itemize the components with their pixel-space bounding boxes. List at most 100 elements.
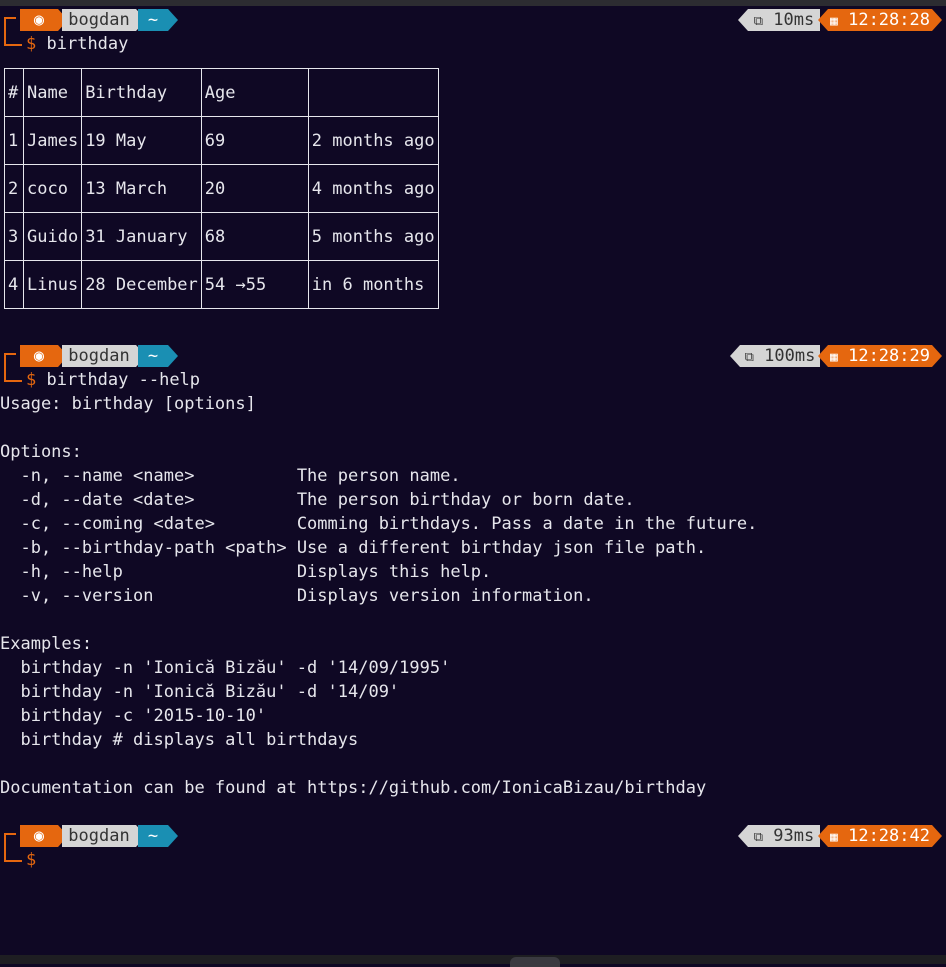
table-header-cell: Birthday (81, 68, 202, 117)
scroll-handle[interactable] (510, 957, 560, 967)
segment-arrow-left (818, 9, 828, 31)
option-flag: -b, --birthday-path <path> (0, 538, 297, 558)
segment-arrow (168, 345, 178, 367)
segment-arrow-left (738, 9, 748, 31)
table-cell: 68 (200, 212, 309, 261)
directory-segment: ~ (138, 825, 168, 847)
table-header-cell: # (4, 68, 24, 117)
command-line: $ birthday --help (26, 368, 200, 392)
prompt-bracket-bottom (4, 28, 22, 46)
table-cell: 19 May (81, 116, 202, 165)
examples-heading: Examples: (0, 634, 93, 654)
table-header-cell: Age (200, 68, 309, 117)
option-flag: -c, --coming <date> (0, 514, 297, 534)
birthday-table: # Name Birthday Age 1 James 19 May 69 2 … (4, 68, 439, 309)
table-cell: 20 (200, 164, 309, 213)
ubuntu-icon: ◉ (20, 9, 58, 31)
command-text: birthday (46, 34, 129, 54)
table-row: 4 Linus 28 December 54 →55 in 6 months (4, 260, 439, 309)
documentation-line: Documentation can be found at https://gi… (0, 778, 707, 798)
timer-icon: ⧉ (744, 350, 754, 365)
option-flag: -d, --date <date> (0, 490, 297, 510)
example-line: birthday -n 'Ionică Bizău' -d '14/09/199… (0, 658, 451, 678)
example-line: birthday -n 'Ionică Bizău' -d '14/09' (0, 682, 400, 702)
table-row: 1 James 19 May 69 2 months ago (4, 116, 439, 165)
usage-line: Usage: birthday [options] (0, 394, 256, 414)
option-row: -b, --birthday-path <path> Use a differe… (0, 536, 706, 560)
window-top-bar (0, 0, 946, 6)
duration-text: 93ms (773, 826, 815, 846)
prompt-bracket-bottom (4, 844, 22, 862)
option-flag: -n, --name <name> (0, 466, 297, 486)
prompt-symbol: $ (26, 34, 37, 54)
table-header-cell (307, 68, 439, 117)
table-cell: 2 (4, 164, 24, 213)
option-description: Comming birthdays. Pass a date in the fu… (296, 514, 758, 534)
timer-icon: ⧉ (753, 830, 764, 845)
option-description: The person name. (296, 466, 461, 486)
table-cell: 4 (4, 260, 24, 309)
time-segment: ▦ 12:28:29 (828, 345, 932, 367)
segment-arrow (168, 825, 178, 847)
segment-arrow (932, 345, 942, 367)
example-line: birthday # displays all birthdays (0, 730, 359, 750)
table-cell: Guido (22, 212, 83, 261)
table-cell: 13 March (81, 164, 202, 213)
directory-segment: ~ (138, 345, 168, 367)
example-line: birthday -c '2015-10-10' (0, 706, 267, 726)
user-segment: bogdan (62, 825, 136, 847)
option-row: -d, --date <date> The person birthday or… (0, 488, 635, 512)
time-segment: ▦ 12:28:28 (828, 9, 932, 31)
option-description: Displays version information. (296, 586, 594, 606)
table-cell: 54 →55 (200, 260, 309, 309)
duration-segment: ⧉ 93ms (748, 825, 820, 847)
command-line[interactable]: $ (26, 848, 47, 872)
directory-segment: ~ (138, 9, 168, 31)
table-cell: in 6 months (307, 260, 439, 309)
table-cell: 5 months ago (307, 212, 439, 261)
table-cell: 2 months ago (307, 116, 439, 165)
calendar-icon: ▦ (830, 14, 838, 29)
prompt-bracket-bottom (4, 364, 22, 382)
options-heading: Options: (0, 442, 82, 462)
calendar-icon: ▦ (830, 830, 838, 845)
table-header-row: # Name Birthday Age (4, 68, 439, 117)
time-text: 12:28:28 (848, 10, 930, 30)
command-text: birthday --help (46, 370, 201, 390)
option-row: -n, --name <name> The person name. (0, 464, 461, 488)
option-row: -c, --coming <date> Comming birthdays. P… (0, 512, 757, 536)
segment-arrow-left (818, 345, 828, 367)
table-cell: 31 January (81, 212, 202, 261)
timer-icon: ⧉ (753, 14, 764, 29)
option-flag: -v, --version (0, 586, 297, 606)
duration-segment: ⧉ 10ms (748, 9, 820, 31)
table-cell: 28 December (81, 260, 202, 309)
user-segment: bogdan (62, 345, 136, 367)
table-cell: James (22, 116, 83, 165)
table-cell: Linus (22, 260, 83, 309)
option-description: Use a different birthday json file path. (296, 538, 707, 558)
prompt-symbol: $ (26, 850, 37, 870)
option-description: The person birthday or born date. (296, 490, 635, 510)
segment-arrow-left (818, 825, 828, 847)
table-header-cell: Name (22, 68, 83, 117)
table-cell: 3 (4, 212, 24, 261)
table-cell: 1 (4, 116, 24, 165)
calendar-icon: ▦ (830, 350, 838, 365)
table-cell: 69 (200, 116, 309, 165)
duration-text: 10ms (773, 10, 815, 30)
duration-segment: ⧉ 100ms (740, 345, 820, 367)
command-line: $ birthday (26, 32, 128, 56)
option-row: -h, --help Displays this help. (0, 560, 491, 584)
segment-arrow-left (730, 345, 740, 367)
time-text: 12:28:42 (848, 826, 930, 846)
table-row: 2 coco 13 March 20 4 months ago (4, 164, 439, 213)
segment-arrow (168, 9, 178, 31)
user-segment: bogdan (62, 9, 136, 31)
option-row: -v, --version Displays version informati… (0, 584, 594, 608)
table-cell: 4 months ago (307, 164, 439, 213)
segment-arrow (932, 9, 942, 31)
time-text: 12:28:29 (848, 346, 930, 366)
option-flag: -h, --help (0, 562, 297, 582)
table-row: 3 Guido 31 January 68 5 months ago (4, 212, 439, 261)
